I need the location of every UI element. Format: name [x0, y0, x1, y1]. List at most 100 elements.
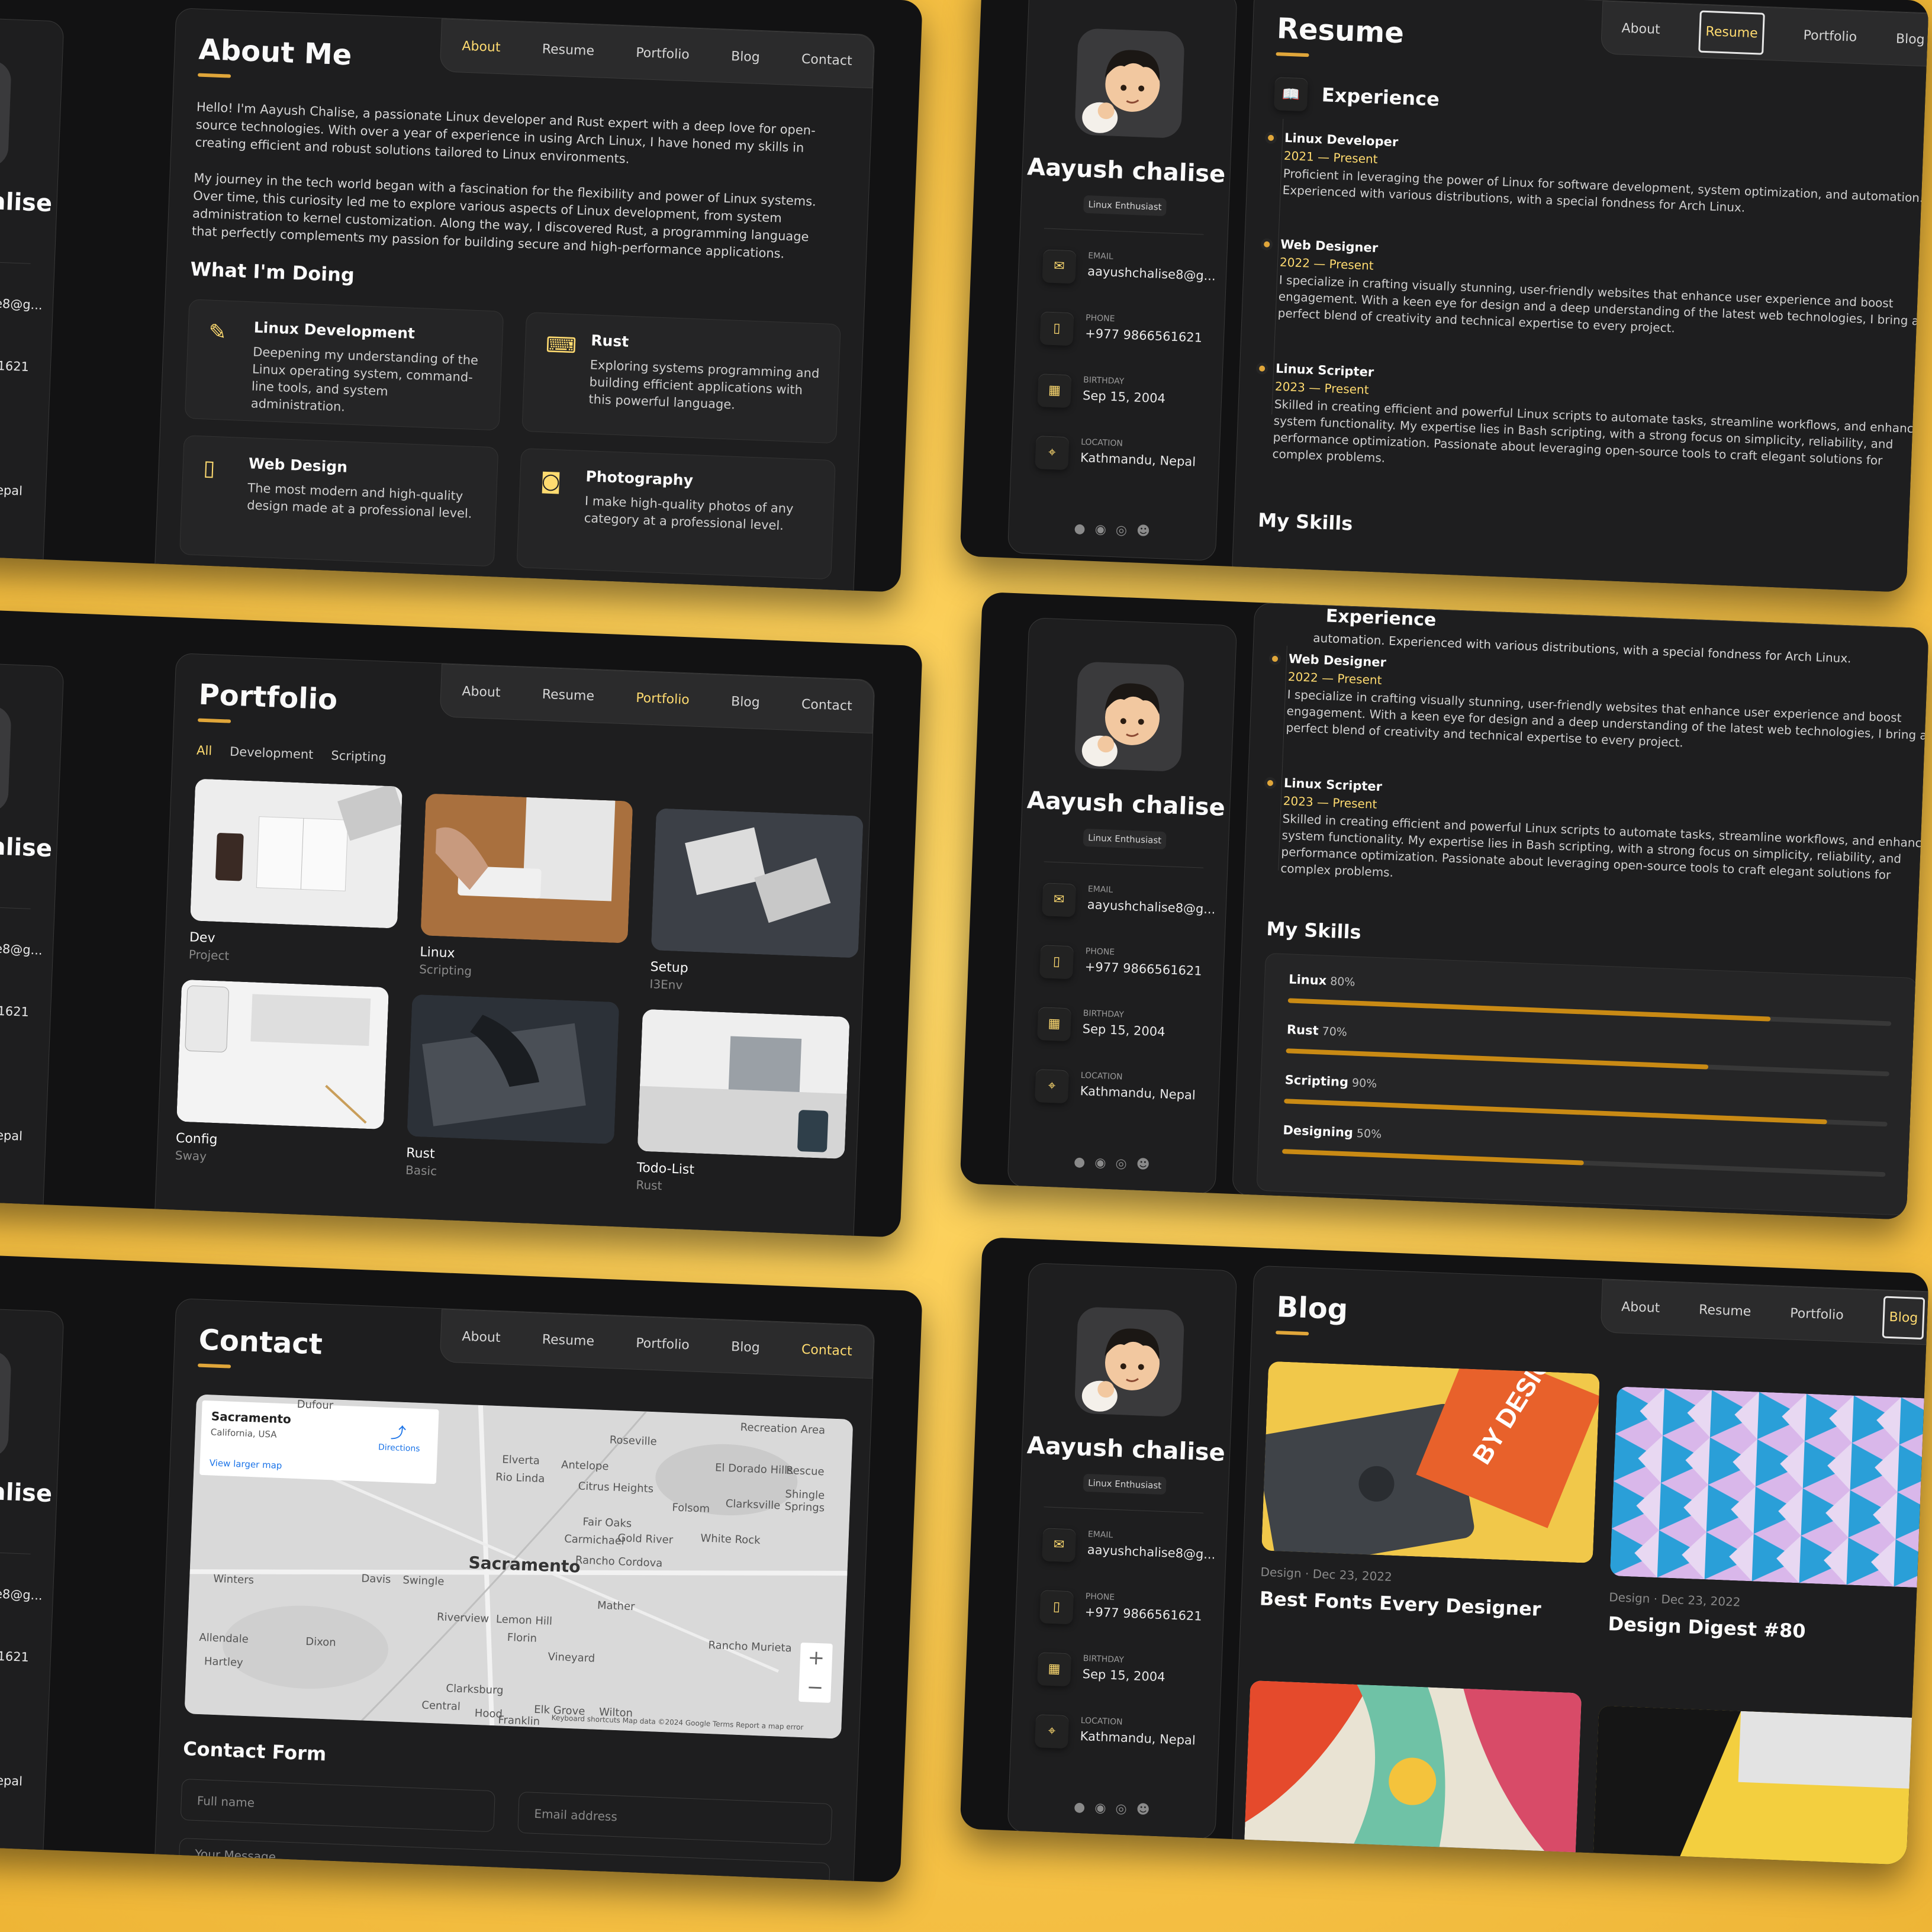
nav-resume[interactable]: Resume: [542, 41, 594, 58]
email-link[interactable]: aayushchalise8@g...: [1087, 1543, 1215, 1561]
screen-blog: Aayush chalise Linux Enthusiast ✉ Email aa…: [959, 1237, 1929, 1865]
nav-blog[interactable]: Blog: [731, 1339, 761, 1355]
project-card[interactable]: Dev Project: [188, 778, 403, 969]
phone-link[interactable]: +977 9866561621: [0, 1000, 29, 1019]
filter-scripting[interactable]: Scripting: [331, 748, 387, 765]
reddit-icon[interactable]: ☻: [1136, 524, 1151, 539]
phone-icon: ▯: [1039, 311, 1074, 346]
nav-blog[interactable]: Blog: [1896, 31, 1925, 47]
instagram-icon[interactable]: ◎: [1115, 523, 1127, 538]
nav-about[interactable]: About: [462, 1329, 501, 1345]
skill-progress-fill: [1281, 1149, 1584, 1165]
email-link[interactable]: aayushchalise8@g...: [1087, 897, 1215, 916]
blog-post-card[interactable]: [1592, 1705, 1929, 1865]
phone-link[interactable]: +977 9866561621: [1084, 1605, 1202, 1624]
nav-portfolio[interactable]: Portfolio: [1790, 1306, 1844, 1322]
email-link[interactable]: aayushchalise8@g...: [1087, 264, 1216, 283]
calendar-icon: ▦: [1037, 373, 1072, 408]
full-name-input[interactable]: Full name: [180, 1778, 495, 1833]
screen-about: Aayush chalise Linux Enthusiast ✉Emailaa…: [0, 0, 923, 593]
page-title: Resume: [1276, 12, 1405, 50]
blog-post-card[interactable]: BY DESIGN Design · Dec 23, 2022 Best Fon…: [1259, 1361, 1600, 1622]
nav-contact[interactable]: Contact: [801, 1342, 852, 1358]
phone-link[interactable]: +977 9866561621: [1085, 326, 1203, 345]
profile-sidebar: Aayush chalise Linux Enthusiast ✉Emailaa…: [0, 1303, 65, 1881]
project-image: [190, 778, 403, 929]
view-larger-map-link[interactable]: View larger map: [209, 1457, 282, 1471]
screen-resume-skills: Aayush chalise Linux Enthusiast ✉ Email aa…: [959, 592, 1929, 1220]
dev-icon[interactable]: ●: [1074, 1155, 1086, 1170]
nav-contact[interactable]: Contact: [801, 697, 852, 713]
nav-resume[interactable]: Resume: [1699, 1302, 1751, 1319]
nav-about[interactable]: About: [462, 38, 501, 54]
contact-form-heading: Contact Form: [182, 1737, 327, 1766]
nav-contact[interactable]: Contact: [801, 51, 852, 68]
project-image: [651, 808, 864, 958]
instagram-icon[interactable]: ◎: [1115, 1801, 1127, 1817]
nav-resume[interactable]: Resume: [542, 687, 594, 703]
nav-resume[interactable]: Resume: [1698, 10, 1766, 55]
email-link[interactable]: aayushchalise8@g...: [0, 293, 43, 312]
nav-portfolio[interactable]: Portfolio: [636, 690, 690, 707]
contact-email: ✉Emailaayushchalise8@g...: [0, 1566, 43, 1619]
zoom-out-button[interactable]: −: [798, 1672, 832, 1703]
contact-birthday: ▦BirthdaySep 15, 2004: [0, 399, 37, 453]
nav-blog[interactable]: Blog: [731, 49, 761, 65]
email-link[interactable]: aayushchalise8@g...: [0, 938, 43, 957]
camera-icon: ◙: [540, 469, 562, 494]
location-pin-icon: ⌖: [1035, 436, 1070, 471]
project-card[interactable]: Setup I3Env: [649, 808, 864, 999]
nav-blog[interactable]: Blog: [1882, 1296, 1925, 1339]
phone-icon: ▯: [1039, 1590, 1074, 1625]
email-address-input[interactable]: Email address: [517, 1791, 833, 1846]
github-icon[interactable]: ◉: [1094, 1801, 1106, 1816]
directions-icon[interactable]: ⤴: [390, 1421, 406, 1443]
project-card[interactable]: Todo-List Rust: [636, 1009, 850, 1200]
phone-link[interactable]: +977 9866561621: [0, 1646, 29, 1664]
timeline-dot: [1258, 365, 1266, 372]
navbar: About Resume Portfolio Blog Contact: [1600, 1279, 1929, 1350]
skill-progress-fill: [1284, 1099, 1827, 1125]
nav-about[interactable]: About: [1621, 1299, 1660, 1315]
page-title: About Me: [198, 33, 353, 72]
contact-birthday: ▦BirthdaySep 15, 2004: [0, 1689, 37, 1743]
skills-heading: My Skills: [1257, 508, 1354, 535]
embedded-map[interactable]: Sacramento California, USA View larger m…: [184, 1394, 854, 1739]
code-window-icon: ⌨: [545, 333, 577, 359]
contact-phone: ▯Phone+977 9866561621: [1039, 941, 1212, 995]
profile-name: Aayush chalise: [0, 182, 53, 218]
blog-post-card[interactable]: Design · Dec 23, 2022 Design Digest #80: [1608, 1386, 1929, 1647]
nav-portfolio[interactable]: Portfolio: [636, 45, 690, 62]
directions-link[interactable]: Directions: [378, 1442, 420, 1454]
zoom-in-button[interactable]: +: [800, 1643, 833, 1673]
project-card[interactable]: Config Sway: [175, 979, 389, 1170]
contact-phone: ▯Phone+977 9866561621: [0, 337, 39, 391]
phone-link[interactable]: +977 9866561621: [0, 355, 29, 374]
nav-portfolio[interactable]: Portfolio: [1803, 28, 1857, 44]
filter-development[interactable]: Development: [230, 745, 314, 762]
screen-portfolio: Aayush chalise Linux Enthusiast ✉Emailaa…: [0, 610, 923, 1238]
reddit-icon[interactable]: ☻: [1136, 1157, 1150, 1173]
dev-icon[interactable]: ●: [1074, 1800, 1086, 1815]
project-card[interactable]: Rust Basic: [405, 994, 620, 1185]
reddit-icon[interactable]: ☻: [1136, 1802, 1150, 1818]
filter-all[interactable]: All: [197, 743, 212, 758]
nav-about[interactable]: About: [1621, 21, 1660, 37]
nav-blog[interactable]: Blog: [731, 694, 761, 710]
github-icon[interactable]: ◉: [1094, 1155, 1106, 1171]
nav-portfolio[interactable]: Portfolio: [636, 1335, 690, 1352]
phone-link[interactable]: +977 9866561621: [1084, 959, 1202, 978]
nav-about[interactable]: About: [462, 684, 501, 700]
skill-item: Linux 80%: [1287, 972, 1892, 1026]
main-panel: Blog About Resume Portfolio Blog Contact…: [1229, 1265, 1929, 1865]
github-icon[interactable]: ◉: [1094, 522, 1106, 537]
dev-icon[interactable]: ●: [1074, 521, 1086, 537]
blog-post-card[interactable]: [1243, 1680, 1582, 1865]
nav-resume[interactable]: Resume: [542, 1332, 594, 1348]
avatar: [0, 57, 12, 168]
social-links: ● ◉ ◎ ☻: [1074, 521, 1157, 539]
title-underline: [1276, 52, 1309, 57]
email-link[interactable]: aayushchalise8@g...: [0, 1583, 43, 1602]
instagram-icon[interactable]: ◎: [1115, 1156, 1127, 1171]
project-card[interactable]: Linux Scripting: [419, 793, 633, 984]
